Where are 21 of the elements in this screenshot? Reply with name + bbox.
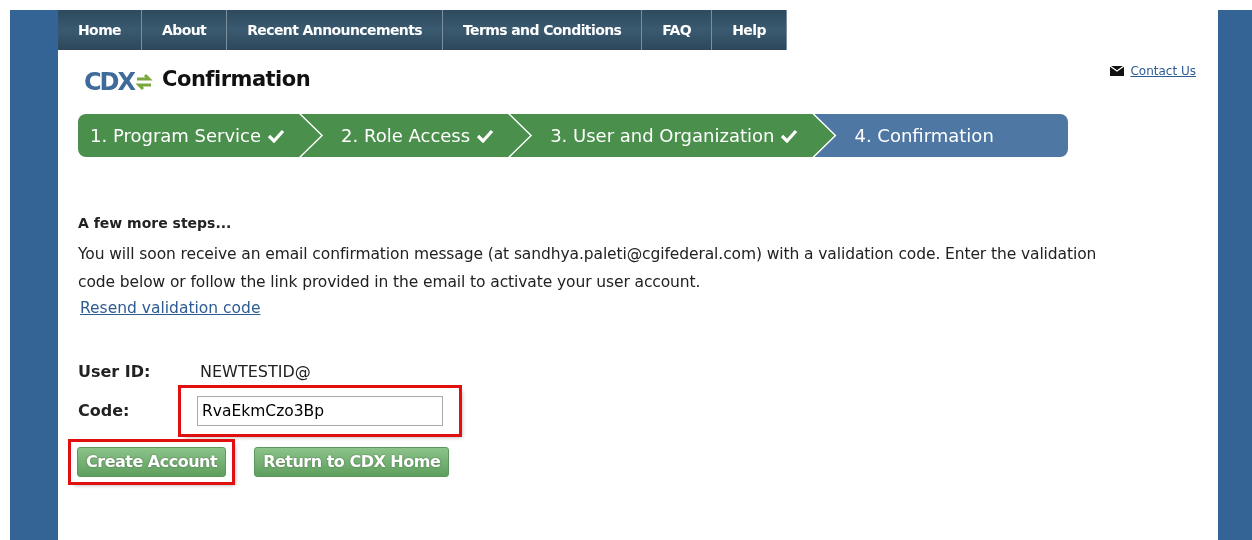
wizard-step: 2. Role Access xyxy=(301,114,531,157)
field-label: User ID: xyxy=(78,361,152,384)
resend-link[interactable]: Resend validation code xyxy=(80,299,261,317)
contact-link[interactable]: Contact Us xyxy=(1110,62,1196,80)
wizard-step: 3. User and Organization xyxy=(510,114,835,157)
cdx-logo: CDX xyxy=(84,64,155,100)
wizard-step: 4. Confirmation xyxy=(814,114,1068,157)
nav-tab[interactable]: FAQ xyxy=(642,10,713,50)
envelope-icon xyxy=(1110,66,1125,76)
field-label: Code: xyxy=(78,400,131,423)
nav-tab[interactable]: About xyxy=(142,10,228,50)
nav-tab[interactable]: Recent Announcements xyxy=(227,10,443,50)
nav-tab[interactable]: Home xyxy=(58,10,143,50)
wizard-step: 1. Program Service xyxy=(78,114,322,157)
section-heading: A few more steps... xyxy=(78,214,233,233)
nav-tab[interactable]: Terms and Conditions xyxy=(442,10,643,50)
instruction-text: You will soon receive an email confirmation message (at sandhya.paleti@cgifederal.com) with a validation code. Enter the validation code below or follow the link provided in the email to activate your user account. xyxy=(78,244,1098,293)
nav-tab[interactable]: Help xyxy=(712,10,787,50)
page-title: Confirmation xyxy=(162,66,311,93)
user-id-value: NEWTESTID@ xyxy=(200,361,311,384)
code-field[interactable]: RvaEkmCzo3Bp xyxy=(197,396,443,427)
